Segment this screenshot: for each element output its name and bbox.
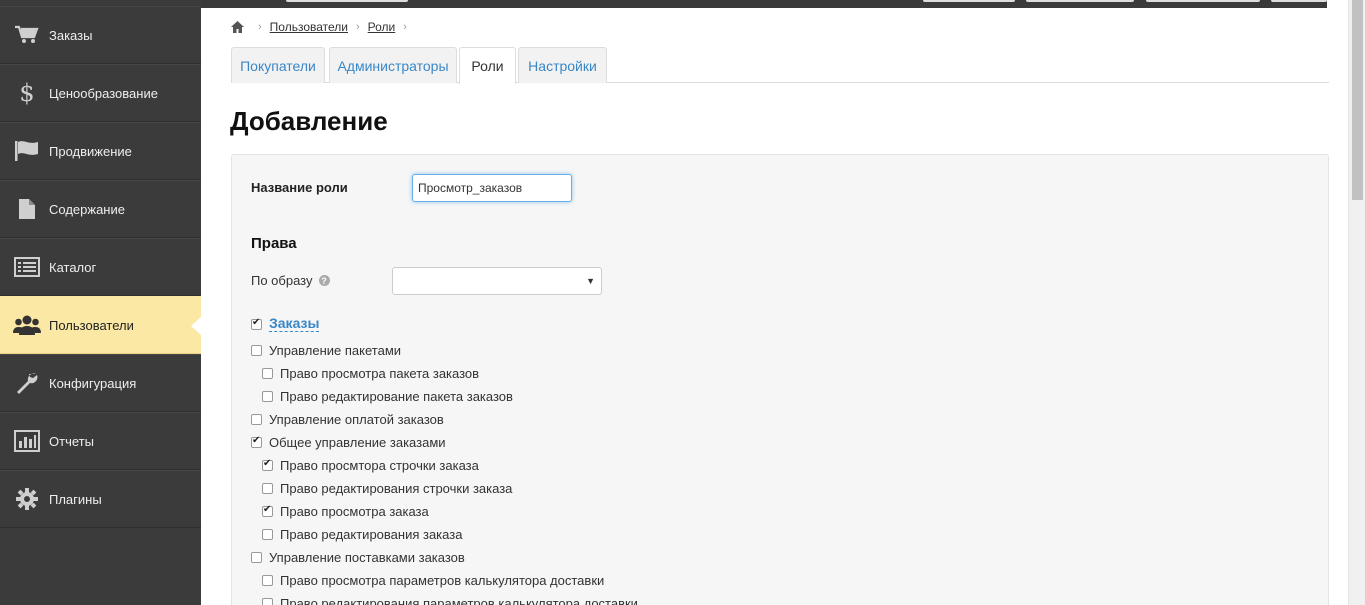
list-icon	[13, 254, 41, 280]
permission-item[interactable]: Право редактирование пакета заказов	[262, 389, 513, 404]
permission-checkbox[interactable]	[251, 435, 262, 448]
sidebar-item-orders[interactable]: Заказы	[0, 6, 201, 64]
sidebar-item-configuration[interactable]: Конфигурация	[0, 354, 201, 412]
toolbar-button[interactable]	[286, 0, 408, 2]
permission-label: Право просмотра заказа	[280, 504, 429, 519]
tab-roles[interactable]: Роли	[459, 47, 516, 84]
sidebar-item-label: Пользователи	[49, 317, 134, 333]
permission-checkbox[interactable]	[262, 368, 273, 379]
sidebar-item-promotion[interactable]: Продвижение	[0, 122, 201, 180]
permission-item[interactable]: Право редактирования параметров калькуля…	[262, 596, 638, 605]
cart-icon	[13, 22, 41, 48]
top-toolbar	[201, 0, 1327, 8]
sidebar-item-pricing[interactable]: $ Ценообразование	[0, 64, 201, 122]
permission-item[interactable]: Управление оплатой заказов	[251, 412, 444, 427]
permission-checkbox[interactable]	[262, 483, 273, 494]
sidebar-item-plugins[interactable]: Плагины	[0, 470, 201, 528]
sidebar-item-label: Заказы	[49, 27, 93, 43]
template-label: По образу ?	[251, 273, 330, 288]
permission-checkbox[interactable]	[262, 504, 273, 517]
permission-label: Право редактирования строчки заказа	[280, 481, 513, 496]
flag-icon	[13, 138, 41, 164]
sidebar-item-label: Плагины	[49, 491, 102, 507]
sidebar-item-users[interactable]: Пользователи	[0, 296, 201, 354]
tab-settings[interactable]: Настройки	[518, 47, 607, 83]
permission-item[interactable]: Право просмтора строчки заказа	[262, 458, 479, 473]
permission-item[interactable]: Право редактирования строчки заказа	[262, 481, 512, 496]
permission-item[interactable]: Управление поставками заказов	[251, 550, 465, 565]
permission-label: Управление поставками заказов	[269, 550, 465, 565]
page-title: Добавление	[230, 106, 388, 136]
scrollbar-thumb[interactable]	[1352, 0, 1363, 200]
permission-checkbox[interactable]	[262, 458, 273, 471]
dollar-icon: $	[19, 79, 35, 107]
permission-label: Право просмтора строчки заказа	[280, 458, 479, 473]
users-icon	[13, 312, 41, 338]
permission-group-orders[interactable]: Заказы	[251, 316, 320, 332]
permission-label: Право редактирования параметров калькуля…	[280, 596, 638, 605]
permission-label: Управление пакетами	[269, 343, 402, 358]
home-icon[interactable]	[231, 21, 244, 33]
breadcrumb-separator: ›	[258, 21, 262, 33]
permission-label: Право редактирование пакета заказов	[280, 389, 513, 404]
permission-label: Общее управление заказами	[269, 435, 446, 450]
permission-checkbox[interactable]	[251, 414, 262, 425]
permission-checkbox[interactable]	[262, 529, 273, 540]
role-name-label: Название роли	[251, 180, 348, 195]
breadcrumb: › Пользователи › Роли ›	[231, 20, 415, 34]
breadcrumb-separator: ›	[356, 21, 360, 33]
sidebar-item-label: Продвижение	[49, 143, 132, 159]
permission-item[interactable]: Право редактирования заказа	[262, 527, 462, 542]
permission-item[interactable]: Право просмотра параметров калькулятора …	[262, 573, 604, 588]
permission-checkbox[interactable]	[262, 598, 273, 605]
rights-title: Права	[251, 235, 297, 252]
permission-checkbox[interactable]	[251, 345, 262, 356]
chevron-down-icon: ▼	[586, 276, 595, 286]
permission-item[interactable]: Право просмотра пакета заказов	[262, 366, 479, 381]
tab-customers[interactable]: Покупатели	[231, 47, 325, 83]
main-content: › Пользователи › Роли › Покупатели Админ…	[201, 8, 1348, 605]
role-name-input[interactable]	[412, 174, 572, 202]
sidebar-item-label: Конфигурация	[49, 375, 137, 391]
sidebar-item-label: Отчеты	[49, 433, 94, 449]
permission-label: Право просмотра параметров калькулятора …	[280, 573, 605, 588]
permission-label: Право просмотра пакета заказов	[280, 366, 480, 381]
gear-icon	[13, 486, 41, 512]
document-icon	[13, 196, 41, 222]
tab-bar: Покупатели Администраторы Роли Настройки	[231, 47, 1329, 84]
tab-administrators[interactable]: Администраторы	[329, 47, 457, 83]
toolbar-button[interactable]	[1146, 0, 1260, 2]
breadcrumb-link-roles[interactable]: Роли	[368, 20, 396, 34]
role-form-panel: Название роли Права По образу ? ▼ Заказы…	[231, 154, 1329, 605]
permission-label: Право редактирования заказа	[280, 527, 463, 542]
bar-chart-icon	[13, 428, 41, 454]
sidebar-item-label: Содержание	[49, 201, 125, 217]
group-checkbox[interactable]	[251, 317, 262, 330]
template-select[interactable]: ▼	[392, 267, 602, 295]
permission-item[interactable]: Общее управление заказами	[251, 435, 446, 450]
wrench-icon	[13, 370, 41, 396]
sidebar-item-content[interactable]: Содержание	[0, 180, 201, 238]
sidebar-item-catalog[interactable]: Каталог	[0, 238, 201, 296]
vertical-scrollbar[interactable]	[1348, 0, 1365, 605]
permission-checkbox[interactable]	[251, 552, 262, 563]
sidebar-item-reports[interactable]: Отчеты	[0, 412, 201, 470]
breadcrumb-link-users[interactable]: Пользователи	[270, 20, 348, 34]
sidebar-item-label: Каталог	[49, 259, 97, 275]
permission-item[interactable]: Управление пакетами	[251, 343, 401, 358]
template-label-text: По образу	[251, 273, 313, 288]
toolbar-button[interactable]	[1271, 0, 1327, 2]
sidebar: Заказы $ Ценообразование Продвижение Сод…	[0, 0, 201, 605]
breadcrumb-separator: ›	[403, 21, 407, 33]
group-link-orders[interactable]: Заказы	[269, 316, 320, 332]
toolbar-button[interactable]	[923, 0, 1015, 2]
toolbar-button[interactable]	[1026, 0, 1134, 2]
permission-checkbox[interactable]	[262, 575, 273, 586]
sidebar-item-label: Ценообразование	[49, 85, 158, 101]
permission-checkbox[interactable]	[262, 391, 273, 402]
permission-item[interactable]: Право просмотра заказа	[262, 504, 429, 519]
permission-label: Управление оплатой заказов	[269, 412, 444, 427]
help-icon[interactable]: ?	[318, 275, 330, 286]
